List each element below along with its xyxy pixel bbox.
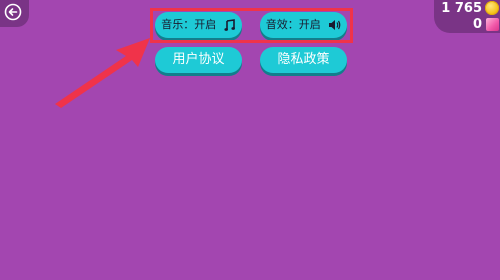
coin-icon (485, 1, 499, 15)
back-arrow-icon[interactable] (4, 3, 22, 21)
coin-count: 1 765 (441, 1, 482, 16)
arrow-shape (55, 38, 150, 108)
currency-panel: 1 765 0 (434, 0, 500, 33)
back-tab (0, 0, 29, 27)
user-agreement-button[interactable]: 用户协议 (155, 47, 242, 73)
gem-icon (486, 18, 499, 31)
highlight-box (150, 8, 353, 43)
privacy-policy-button[interactable]: 隐私政策 (260, 47, 347, 73)
gem-count: 0 (472, 17, 482, 32)
